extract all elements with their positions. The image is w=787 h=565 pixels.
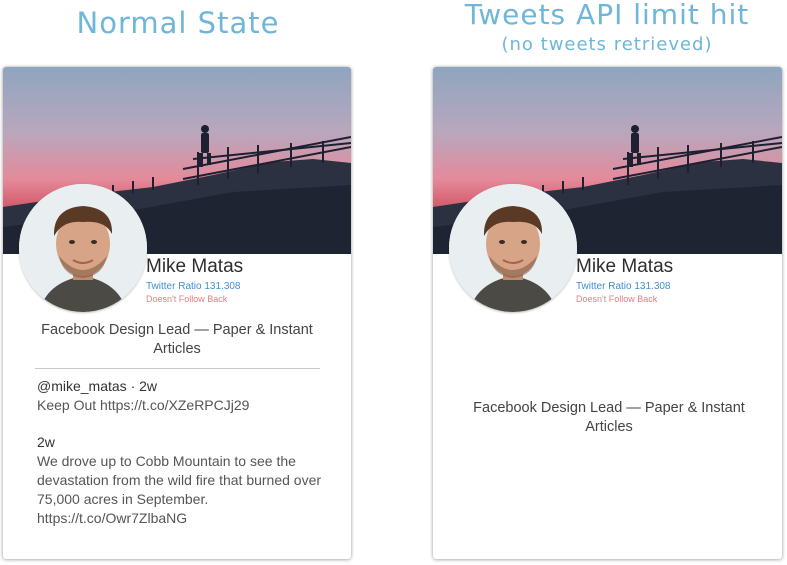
tweet-text: Keep Out https://t.co/XZeRPCJj29 xyxy=(37,397,250,413)
profile-name[interactable]: Mike Matas xyxy=(146,256,243,278)
follow-status: Doesn't Follow Back xyxy=(146,294,228,304)
profile-bio: Facebook Design Lead — Paper & Instant A… xyxy=(473,400,745,435)
api-limit-heading: Tweets API limit hit xyxy=(464,0,750,31)
normal-state-heading: Normal State xyxy=(76,6,280,40)
divider xyxy=(35,368,320,369)
tweet-item[interactable]: 2w We drove up to Cobb Mountain to see t… xyxy=(37,433,327,528)
twitter-ratio: Twitter Ratio 131.308 xyxy=(146,281,241,292)
follow-status: Doesn't Follow Back xyxy=(576,294,658,304)
profile-card-normal[interactable]: Mike Matas Twitter Ratio 131.308 Doesn't… xyxy=(3,67,351,559)
twitter-ratio: Twitter Ratio 131.308 xyxy=(576,281,671,292)
tweet-meta: @mike_matas · 2w xyxy=(37,378,158,394)
profile-avatar[interactable] xyxy=(19,184,147,312)
tweet-meta: 2w xyxy=(37,434,55,450)
profile-avatar[interactable] xyxy=(449,184,577,312)
profile-card-api-limit[interactable]: Mike Matas Twitter Ratio 131.308 Doesn't… xyxy=(433,67,782,559)
tweet-item[interactable]: @mike_matas · 2w Keep Out https://t.co/X… xyxy=(37,377,327,415)
profile-name[interactable]: Mike Matas xyxy=(576,256,673,278)
api-limit-subheading: (no tweets retrieved) xyxy=(501,34,713,55)
tweet-text: We drove up to Cobb Mountain to see the … xyxy=(37,453,322,526)
profile-bio: Facebook Design Lead — Paper & Instant A… xyxy=(41,322,313,357)
